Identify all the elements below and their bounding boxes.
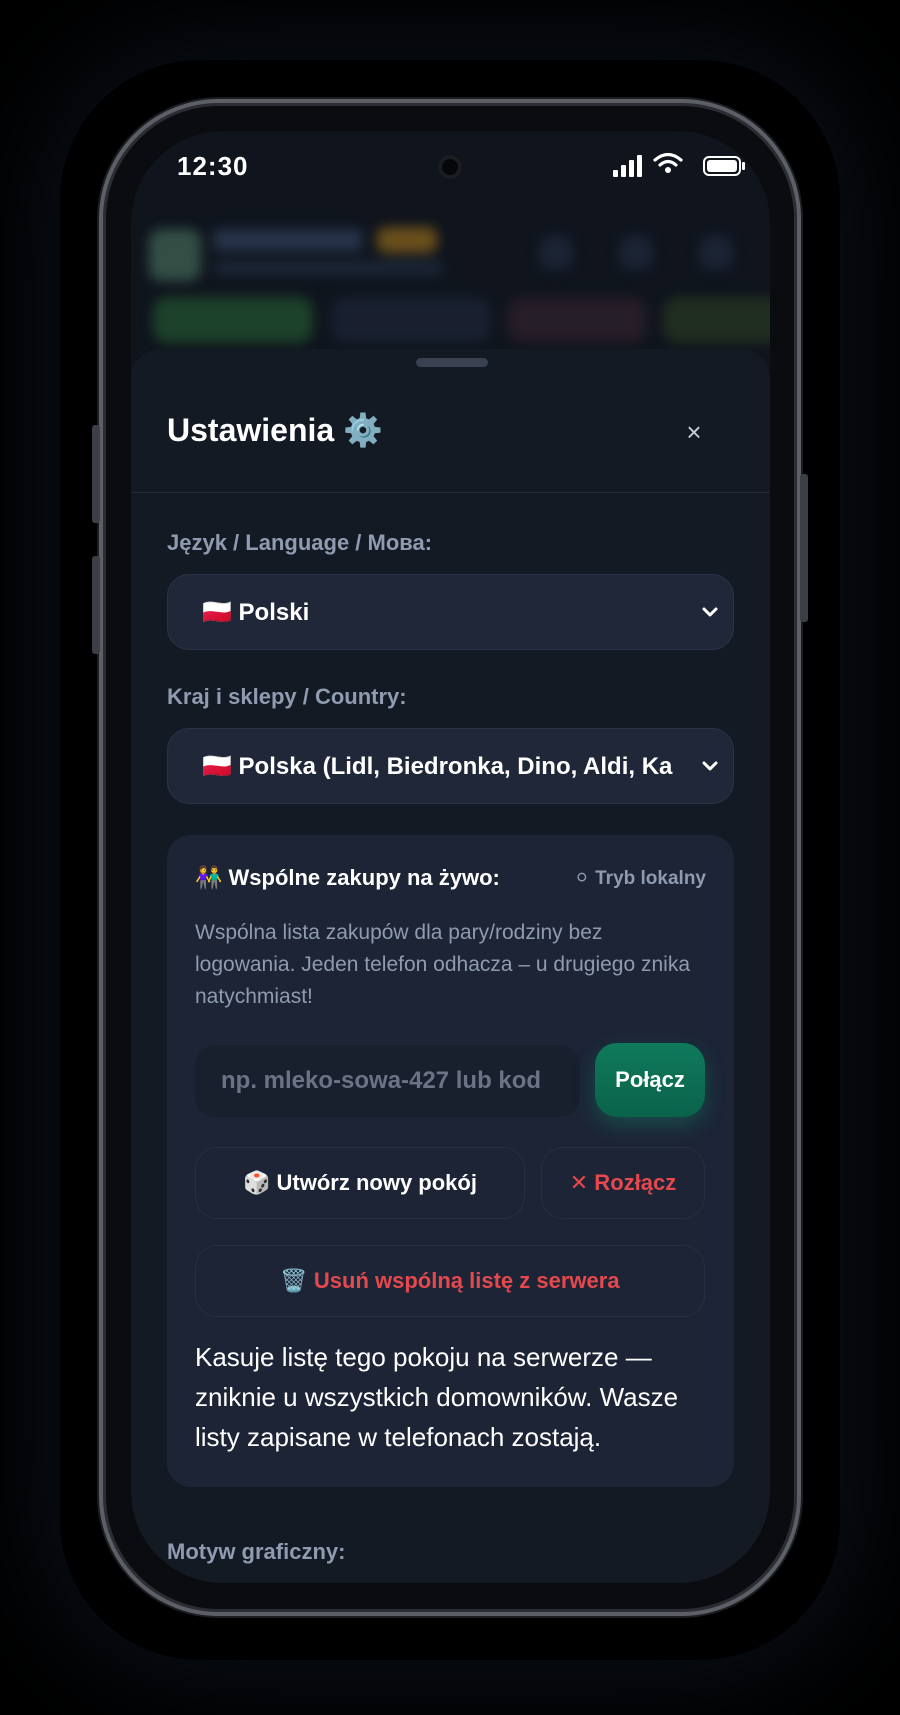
create-room-button[interactable]: 🎲 Utwórz nowy pokój (195, 1147, 525, 1219)
volume-down-button (92, 556, 100, 654)
sheet-drag-handle[interactable] (416, 358, 488, 367)
status-bar: 12:30 (131, 131, 770, 209)
phone-screen: 12:30 Ustawienia ⚙️ × Język / Language /… (131, 131, 770, 1583)
room-code-input[interactable] (195, 1045, 580, 1117)
shared-shopping-description: Wspólna lista zakupów dla pary/rodziny b… (195, 921, 691, 1008)
country-select-value: 🇵🇱 Polska (Lidl, Biedronka, Dino, Aldi, … (202, 753, 673, 780)
connect-button[interactable]: Połącz (595, 1043, 705, 1117)
delete-note: Kasuje listę tego pokoju na serwerze — z… (195, 1342, 679, 1452)
country-label: Kraj i sklepy / Country: (167, 684, 407, 709)
settings-sheet: Ustawienia ⚙️ × Język / Language / Мова:… (131, 349, 770, 1583)
page-title: Ustawienia ⚙️ (167, 412, 383, 448)
power-button (800, 474, 808, 622)
theme-label: Motyw graficzny: (167, 1539, 346, 1564)
wifi-icon (653, 152, 683, 173)
signal-icon (613, 155, 642, 177)
shared-shopping-title: 👫 Wspólne zakupy na żywo: (195, 865, 500, 890)
language-label: Język / Language / Мова: (167, 530, 433, 555)
disconnect-button[interactable]: ✕ Rozłącz (541, 1147, 705, 1219)
shared-shopping-card: 👫 Wspólne zakupy na żywo: ⚪ Tryb lokalny… (167, 835, 734, 1487)
chevron-down-icon (702, 761, 718, 771)
status-badge: ⚪ Tryb lokalny (573, 868, 706, 889)
chevron-down-icon (702, 607, 718, 617)
language-select-value: 🇵🇱 Polski (202, 599, 310, 626)
front-camera (438, 155, 462, 179)
status-time: 12:30 (177, 151, 249, 181)
country-select[interactable]: 🇵🇱 Polska (Lidl, Biedronka, Dino, Aldi, … (167, 728, 734, 804)
language-select[interactable]: 🇵🇱 Polski (167, 574, 734, 650)
battery-icon (703, 156, 745, 176)
close-icon[interactable]: × (679, 417, 709, 447)
volume-up-button (92, 425, 100, 523)
header-divider (131, 492, 770, 493)
delete-shared-list-button[interactable]: 🗑️ Usuń wspólną listę z serwera (195, 1245, 705, 1317)
